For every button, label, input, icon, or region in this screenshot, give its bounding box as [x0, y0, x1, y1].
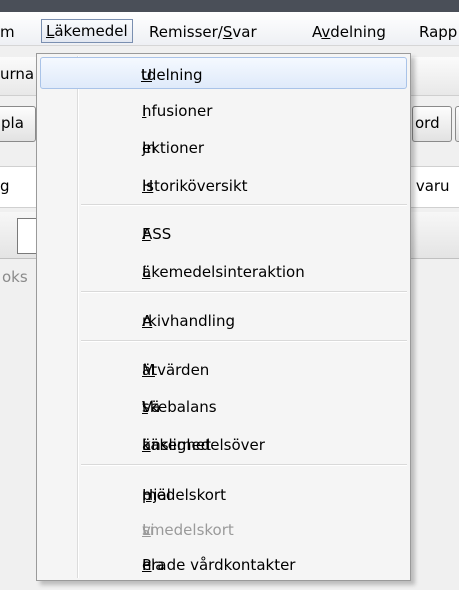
menubar-item-remisser-svar[interactable]: Remisser/Svar — [149, 20, 257, 44]
column-header-right: : varu — [406, 177, 450, 195]
right-button-edge[interactable] — [455, 106, 459, 142]
menu-item-lakemedelsoverkanslighet[interactable]: Läkemedelsöver k änslighet — [40, 426, 407, 458]
menubar-item-lakemedel-rest: äkemedel — [54, 22, 128, 40]
status-text-partial: oks — [2, 268, 28, 286]
lakemedel-dropdown-menu: Utdelning Infusioner In j ektioner Histori… — [36, 53, 411, 581]
menubar-item-rapp[interactable]: Rapp — [419, 20, 457, 44]
menu-item-lakemedelsinteraktion[interactable]: Läkemedelsinteraktion — [40, 253, 407, 285]
menu-item-injektioner[interactable]: In j ektioner — [40, 129, 407, 161]
menubar-item-lakemedel[interactable]: Läkemedel — [41, 19, 133, 43]
menu-bar: m Läkemedel Remisser/Svar Avdelning Rapp — [0, 12, 459, 46]
menu-item-fass[interactable]: F ASS — [40, 215, 407, 247]
menu-item-planerade-vardkontakter[interactable]: Pla n erade vårdkontakter — [40, 546, 407, 578]
menu-separator — [81, 204, 407, 206]
menu-item-hjalpmedelskort[interactable]: Hjäl p medelskort — [40, 476, 407, 508]
menu-separator — [81, 340, 407, 342]
left-button-partial[interactable]: pla — [0, 106, 36, 142]
column-header-left: g — [0, 177, 10, 195]
menu-separator — [81, 464, 407, 466]
right-button-partial[interactable]: ord — [412, 106, 452, 142]
menu-item-livsmedelskort: Li v smedelskort — [142, 521, 234, 539]
menu-separator — [81, 291, 407, 293]
menubar-item-m[interactable]: m — [0, 20, 15, 44]
tab-label-partial[interactable]: urna — [0, 65, 34, 83]
menu-item-infusioner[interactable]: Infusioner — [40, 92, 407, 124]
menu-item-vatskebalans[interactable]: Vä t skebalans — [40, 388, 407, 420]
menubar-item-avdelning[interactable]: Avdelning — [312, 20, 386, 44]
window-title-strip — [0, 0, 459, 12]
menu-item-matvarden[interactable]: Mätvärden — [40, 351, 407, 383]
menu-item-arkivhandling[interactable]: Arkivhandling — [40, 302, 407, 334]
menu-item-utdelning[interactable]: Utdelning — [40, 57, 407, 89]
menu-item-historikoversikt[interactable]: Historiköversikt — [40, 167, 407, 199]
